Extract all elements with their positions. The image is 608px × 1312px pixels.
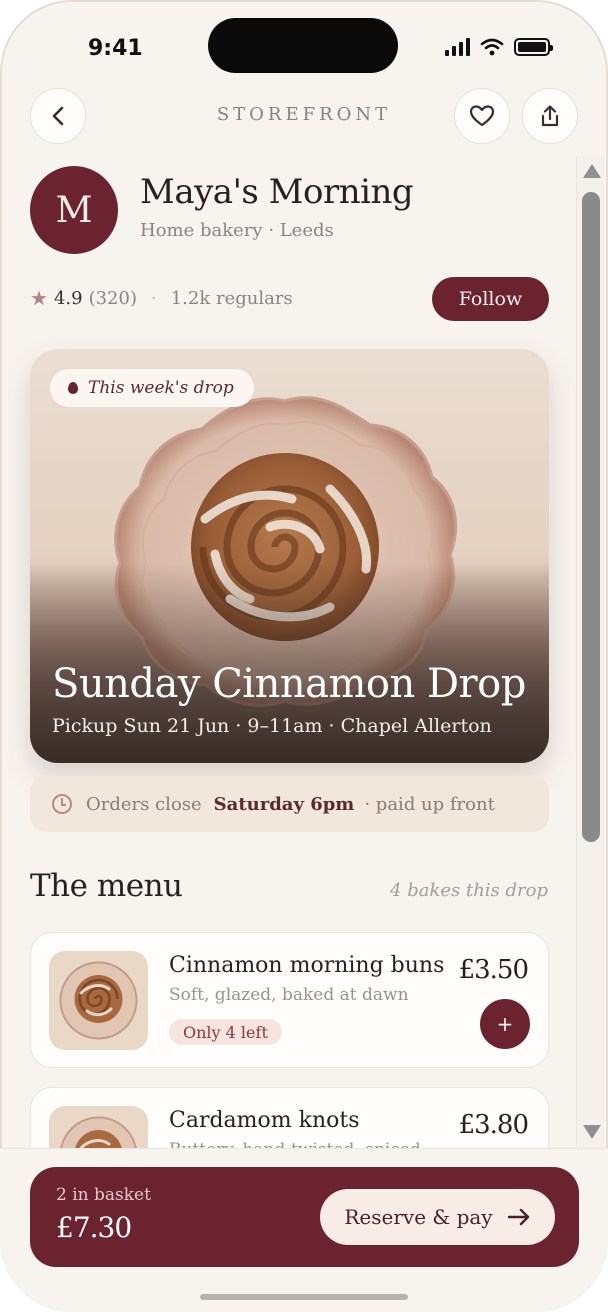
phone-screen: 9:41 STOREFRONT M Maya's Morning Home ba… <box>0 0 608 1312</box>
avatar[interactable]: M <box>30 166 118 254</box>
star-icon: ★ <box>30 286 48 310</box>
item-description: Soft, glazed, baked at dawn <box>169 985 409 1005</box>
cellular-signal-icon <box>445 38 470 56</box>
menu-heading: The menu <box>30 868 183 904</box>
shop-stats: ★ 4.9 (320) · 1.2k regulars <box>30 286 293 310</box>
item-name: Cinnamon morning buns <box>169 953 445 978</box>
drop-pickup-details: Pickup Sun 21 Jun · 9–11am · Chapel Alle… <box>52 715 492 737</box>
heart-icon <box>469 105 495 127</box>
basket-bar: 2 in basket £7.30 Reserve & pay <box>30 1167 579 1267</box>
clock-icon <box>52 794 72 814</box>
drop-badge-label: This week's drop <box>88 378 234 398</box>
dynamic-island <box>208 18 398 73</box>
status-icons <box>445 38 553 56</box>
item-thumbnail <box>49 951 148 1050</box>
orders-close-prefix: Orders close <box>86 793 202 815</box>
arrow-right-icon <box>507 1208 529 1226</box>
scroll-up-arrow-icon[interactable] <box>583 164 601 178</box>
share-button[interactable] <box>522 88 578 144</box>
reserve-and-pay-label: Reserve & pay <box>344 1205 493 1229</box>
drop-title: Sunday Cinnamon Drop <box>52 661 526 707</box>
basket-count: 2 in basket <box>56 1185 151 1205</box>
rating-value: 4.9 <box>53 287 83 309</box>
shop-subtitle: Home bakery · Leeds <box>140 220 334 241</box>
item-name: Cardamom knots <box>169 1108 360 1133</box>
menu-count: 4 bakes this drop <box>390 880 548 901</box>
shop-name: Maya's Morning <box>140 172 414 212</box>
regulars-count: 1.2k regulars <box>170 287 293 309</box>
drop-pin-icon <box>68 382 78 394</box>
scrollbar-thumb[interactable] <box>582 192 600 842</box>
battery-icon <box>514 38 553 56</box>
follow-button[interactable]: Follow <box>432 277 549 321</box>
favorite-button[interactable] <box>454 88 510 144</box>
share-icon <box>541 105 559 127</box>
stock-badge: Only 4 left <box>169 1019 282 1045</box>
drop-badge: This week's drop <box>50 369 254 407</box>
hero-card[interactable]: This week's drop Sunday Cinnamon Drop Pi… <box>30 349 549 763</box>
item-price: £3.80 <box>458 1110 529 1140</box>
stats-separator: · <box>150 287 157 309</box>
item-price: £3.50 <box>458 955 529 985</box>
home-indicator[interactable] <box>200 1294 408 1300</box>
menu-item-card[interactable]: Cinnamon morning buns Soft, glazed, bake… <box>30 932 549 1068</box>
review-count: (320) <box>88 287 137 309</box>
add-to-basket-button[interactable]: + <box>480 999 530 1049</box>
wifi-icon <box>480 38 504 56</box>
cinnamon-bun-thumbnail-image <box>59 961 138 1040</box>
reserve-and-pay-button[interactable]: Reserve & pay <box>320 1189 555 1245</box>
orders-close-suffix: · paid up front <box>364 793 495 815</box>
scroll-down-arrow-icon[interactable] <box>583 1125 601 1139</box>
status-time: 9:41 <box>88 36 143 61</box>
basket-total: £7.30 <box>56 1211 132 1244</box>
orders-close-deadline: Saturday 6pm <box>213 793 355 815</box>
orders-close-banner: Orders close Saturday 6pm · paid up fron… <box>30 776 549 832</box>
